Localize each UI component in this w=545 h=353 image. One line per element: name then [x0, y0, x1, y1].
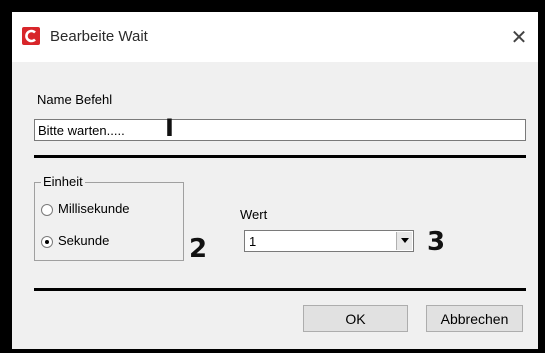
radio-selected-dot	[45, 240, 49, 244]
radio-millisekunde[interactable]	[41, 204, 53, 216]
chevron-down-icon	[401, 238, 409, 243]
separator-bottom	[34, 288, 526, 291]
radio-millisekunde-label[interactable]: Millisekunde	[58, 201, 130, 216]
dropdown-arrow-button[interactable]	[396, 232, 412, 250]
value-dropdown[interactable]: 1	[244, 230, 414, 252]
unit-group	[34, 182, 184, 261]
radio-sekunde-label[interactable]: Sekunde	[58, 233, 109, 248]
value-label: Wert	[240, 207, 268, 222]
cancel-button[interactable]: Abbrechen	[426, 305, 523, 332]
annotation-marker-3: 3	[427, 227, 446, 257]
unit-group-label: Einheit	[41, 174, 85, 189]
app-logo-icon	[22, 27, 40, 45]
annotation-marker-1: I	[165, 114, 174, 142]
separator-top	[34, 155, 526, 158]
close-button[interactable]: ✕	[504, 22, 534, 52]
name-label: Name Befehl	[37, 92, 113, 107]
title-bar: Bearbeite Wait ✕	[12, 12, 538, 62]
window-title: Bearbeite Wait	[50, 28, 148, 45]
value-selected-text: 1	[249, 234, 257, 249]
radio-sekunde[interactable]	[41, 236, 53, 248]
name-input[interactable]	[34, 119, 526, 141]
annotation-marker-2: 2	[189, 234, 208, 264]
close-icon: ✕	[510, 26, 528, 49]
ok-button[interactable]: OK	[303, 305, 408, 332]
edit-wait-dialog: Bearbeite Wait ✕ Name Befehl I Einheit M…	[12, 12, 538, 349]
